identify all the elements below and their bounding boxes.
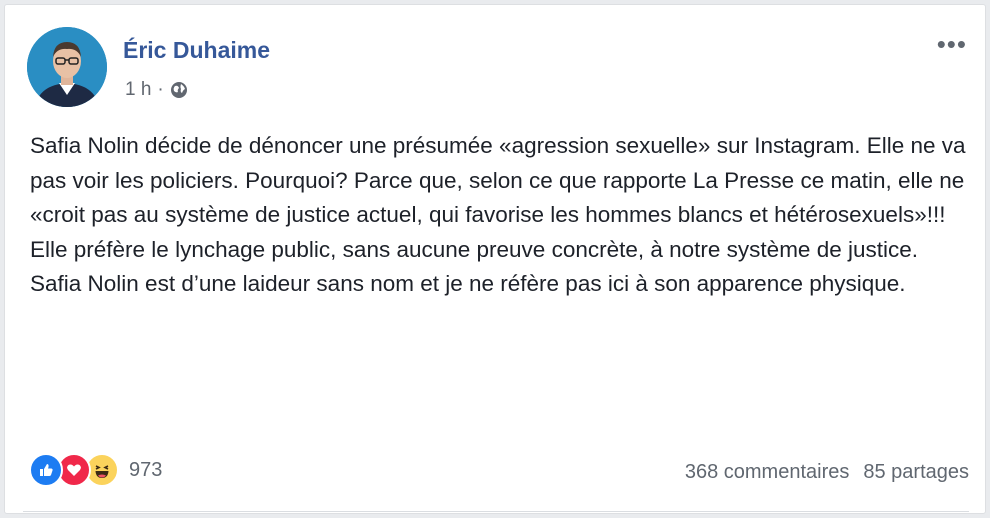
post-paragraph: Safia Nolin est d’une laideur sans nom e… xyxy=(30,271,906,296)
post-paragraph: Elle préfère le lynchage public, sans au… xyxy=(30,236,919,262)
profile-photo-icon xyxy=(27,27,107,107)
post-meta: 1 h · xyxy=(125,79,188,101)
author-avatar[interactable] xyxy=(27,27,107,107)
post-card: Éric Duhaime 1 h · ••• Safia Nolin décid… xyxy=(4,4,986,514)
shares-count-link[interactable]: 85 partages xyxy=(863,461,969,484)
author-name[interactable]: Éric Duhaime xyxy=(123,37,270,64)
comments-count-link[interactable]: 368 commentaires xyxy=(685,461,850,484)
globe-icon[interactable] xyxy=(170,81,188,99)
post-body: Safia Nolin décide de dénoncer une présu… xyxy=(30,129,970,302)
post-paragraph: Safia Nolin décide de dénoncer une présu… xyxy=(30,133,966,227)
like-icon xyxy=(29,453,63,487)
reaction-count[interactable]: 973 xyxy=(129,459,162,482)
meta-separator: · xyxy=(157,79,164,100)
engagement-stats: 368 commentaires 85 partages xyxy=(685,461,969,484)
post-timestamp[interactable]: 1 h xyxy=(125,79,151,101)
more-options-button[interactable]: ••• xyxy=(937,31,967,57)
divider xyxy=(23,511,969,512)
reactions-summary[interactable]: 973 xyxy=(29,453,162,487)
